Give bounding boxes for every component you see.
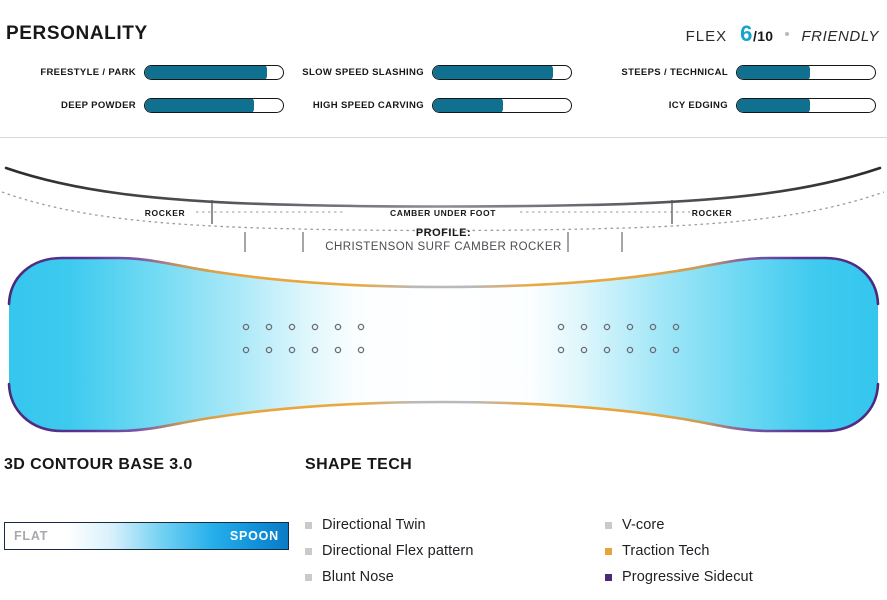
meter-label: SLOW SPEED SLASHING	[302, 66, 424, 78]
meter-row: ICY EDGING	[592, 95, 876, 115]
list-item-label: Blunt Nose	[322, 569, 394, 585]
zone-label-camber: CAMBER UNDER FOOT	[390, 208, 496, 218]
meter-label: DEEP POWDER	[61, 99, 136, 111]
personality-column-1: FREESTYLE / PARK DEEP POWDER	[0, 62, 284, 128]
list-item: V-core	[605, 512, 883, 538]
meter-track	[432, 97, 572, 113]
meter-label: STEEPS / TECHNICAL	[621, 66, 728, 78]
profile-diagram: ROCKER CAMBER UNDER FOOT ROCKER	[0, 150, 887, 260]
flex-rating: FLEX 6 /10 FRIENDLY	[685, 23, 879, 46]
bullet-square-icon	[605, 547, 612, 555]
shape-tech-lists: Directional Twin Directional Flex patter…	[305, 512, 883, 590]
snowboard-svg	[7, 256, 880, 433]
board-body	[9, 258, 878, 431]
list-item-label: Progressive Sidecut	[622, 569, 753, 585]
list-item-label: Directional Flex pattern	[322, 543, 474, 559]
shape-tech-column-left: Directional Twin Directional Flex patter…	[305, 512, 605, 590]
meter-row: STEEPS / TECHNICAL	[592, 62, 876, 82]
separator-dot-icon	[785, 32, 790, 36]
flex-descriptor: FRIENDLY	[801, 28, 879, 45]
list-item: Traction Tech	[605, 538, 883, 564]
meter-row: HIGH SPEED CARVING	[288, 95, 572, 115]
page-header: PERSONALITY FLEX 6 /10 FRIENDLY	[0, 17, 887, 51]
camber-profile-line	[4, 166, 882, 208]
profile-curve-svg: ROCKER CAMBER UNDER FOOT ROCKER	[1, 166, 885, 252]
meter-track	[432, 64, 572, 80]
meter-fill	[737, 98, 810, 112]
list-item-label: Traction Tech	[622, 543, 710, 559]
zone-label-rocker-left: ROCKER	[145, 208, 185, 218]
bullet-square-icon	[305, 521, 312, 529]
meter-row: SLOW SPEED SLASHING	[288, 62, 572, 82]
list-item-label: V-core	[622, 517, 665, 533]
meter-row: FREESTYLE / PARK	[0, 62, 284, 82]
personality-meters: FREESTYLE / PARK DEEP POWDER SLOW SPEED …	[0, 62, 887, 124]
flex-score-denominator: /10	[753, 28, 774, 44]
meter-track	[736, 97, 876, 113]
contour-base-section: 3D CONTOUR BASE 3.0 FLAT SPOON	[4, 456, 289, 550]
meter-fill	[433, 65, 553, 79]
meter-fill	[145, 65, 268, 79]
bullet-square-icon	[605, 573, 612, 581]
bullet-square-icon	[605, 521, 612, 529]
meter-label: ICY EDGING	[668, 99, 728, 111]
meter-track	[144, 64, 284, 80]
shape-tech-section: SHAPE TECH Directional Twin Directional …	[305, 456, 883, 590]
zone-label-rocker-right: ROCKER	[692, 208, 732, 218]
snowboard-graphic	[0, 252, 887, 437]
meter-label: HIGH SPEED CARVING	[312, 99, 424, 111]
meter-fill	[433, 98, 503, 112]
list-item-label: Directional Twin	[322, 517, 426, 533]
flex-label: FLEX	[685, 28, 728, 45]
shape-tech-column-right: V-core Traction Tech Progressive Sidecut	[605, 512, 883, 590]
list-item: Directional Flex pattern	[305, 538, 605, 564]
flex-score-value: 6	[740, 21, 754, 46]
flex-score-group: 6 /10	[740, 23, 773, 45]
meter-fill	[737, 65, 810, 79]
bullet-square-icon	[305, 547, 312, 555]
page-title: PERSONALITY	[6, 23, 148, 44]
personality-column-2: SLOW SPEED SLASHING HIGH SPEED CARVING	[288, 62, 572, 128]
contour-scale-min-label: FLAT	[14, 529, 49, 543]
list-item: Directional Twin	[305, 512, 605, 538]
meter-label: FREESTYLE / PARK	[40, 66, 136, 78]
list-item: Blunt Nose	[305, 564, 605, 590]
header-divider	[0, 137, 887, 138]
contour-scale: FLAT SPOON	[4, 522, 289, 550]
meter-fill	[145, 98, 254, 112]
meter-row: DEEP POWDER	[0, 95, 284, 115]
meter-track	[144, 97, 284, 113]
contour-scale-max-label: SPOON	[229, 529, 279, 543]
meter-track	[736, 64, 876, 80]
contour-base-title: 3D CONTOUR BASE 3.0	[4, 456, 193, 473]
personality-column-3: STEEPS / TECHNICAL ICY EDGING	[592, 62, 876, 128]
list-item: Progressive Sidecut	[605, 564, 883, 590]
shape-tech-title: SHAPE TECH	[305, 456, 413, 473]
bullet-square-icon	[305, 573, 312, 581]
